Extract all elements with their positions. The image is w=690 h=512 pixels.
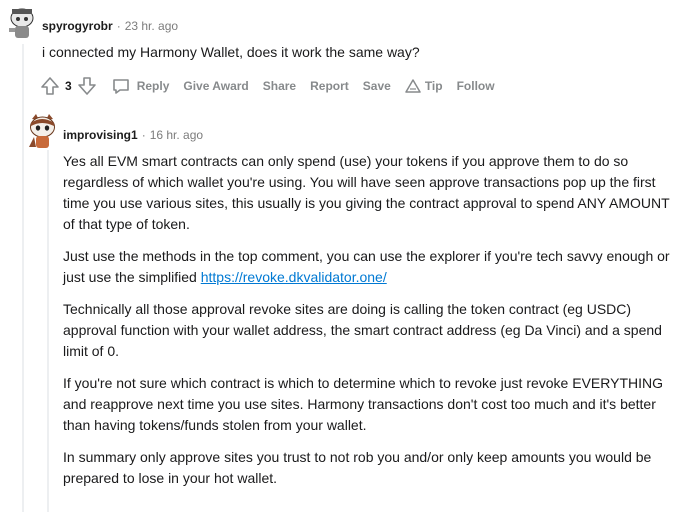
comment-bubble-icon — [112, 79, 129, 94]
report-label: Report — [310, 79, 349, 93]
reply-button[interactable]: Reply — [111, 76, 170, 96]
give-award-button[interactable]: Give Award — [183, 79, 248, 93]
comment1-time[interactable]: 23 hr. ago — [125, 19, 178, 33]
comment2-paragraph-with-link: Just use the methods in the top comment,… — [63, 246, 681, 288]
comment2-paragraph: If you're not sure which contract is whi… — [63, 375, 663, 433]
follow-button[interactable]: Follow — [457, 79, 495, 93]
thread-line-outer[interactable] — [22, 44, 24, 512]
comment2-time[interactable]: 16 hr. ago — [150, 128, 203, 142]
triangle-tip-icon — [405, 79, 421, 93]
comment1-body: i connected my Harmony Wallet, does it w… — [42, 44, 420, 60]
comment2-paragraph: In summary only approve sites you trust … — [63, 449, 652, 486]
share-button[interactable]: Share — [263, 79, 296, 93]
downvote-icon[interactable] — [77, 76, 97, 96]
upvote-icon[interactable] — [40, 76, 60, 96]
tip-button[interactable]: Tip — [405, 78, 443, 94]
give-award-label: Give Award — [183, 79, 249, 93]
comment2-paragraph: Technically all those approval revoke si… — [63, 301, 662, 359]
save-label: Save — [362, 79, 391, 93]
report-button[interactable]: Report — [310, 79, 349, 93]
comment2-body: Yes all EVM smart contracts can only spe… — [63, 151, 681, 500]
reply-label: Reply — [136, 79, 170, 93]
revoke-link[interactable]: https://revoke.dkvalidator.one/ — [201, 269, 387, 285]
snoo-avatar-icon — [6, 6, 38, 40]
comment2-meta: improvising1 · 16 hr. ago — [63, 128, 204, 142]
comment1-actions: 3 Reply Give Award Share Report Save Tip… — [40, 76, 509, 96]
comment1-meta: spyrogyrobr · 23 hr. ago — [42, 19, 179, 33]
cat-avatar-icon — [26, 113, 59, 149]
vote-controls: 3 — [40, 76, 97, 96]
avatar-improvising1[interactable] — [26, 113, 59, 149]
comment2-username[interactable]: improvising1 — [63, 128, 138, 142]
comment1-username[interactable]: spyrogyrobr — [42, 19, 113, 33]
follow-label: Follow — [456, 79, 495, 93]
comment2-paragraph: Yes all EVM smart contracts can only spe… — [63, 153, 670, 232]
avatar-spyrogyrobr[interactable] — [6, 6, 38, 40]
share-label: Share — [262, 79, 297, 93]
save-button[interactable]: Save — [363, 79, 391, 93]
thread-line-inner[interactable] — [47, 150, 49, 512]
vote-score: 3 — [65, 79, 72, 93]
tip-label: Tip — [424, 79, 443, 93]
